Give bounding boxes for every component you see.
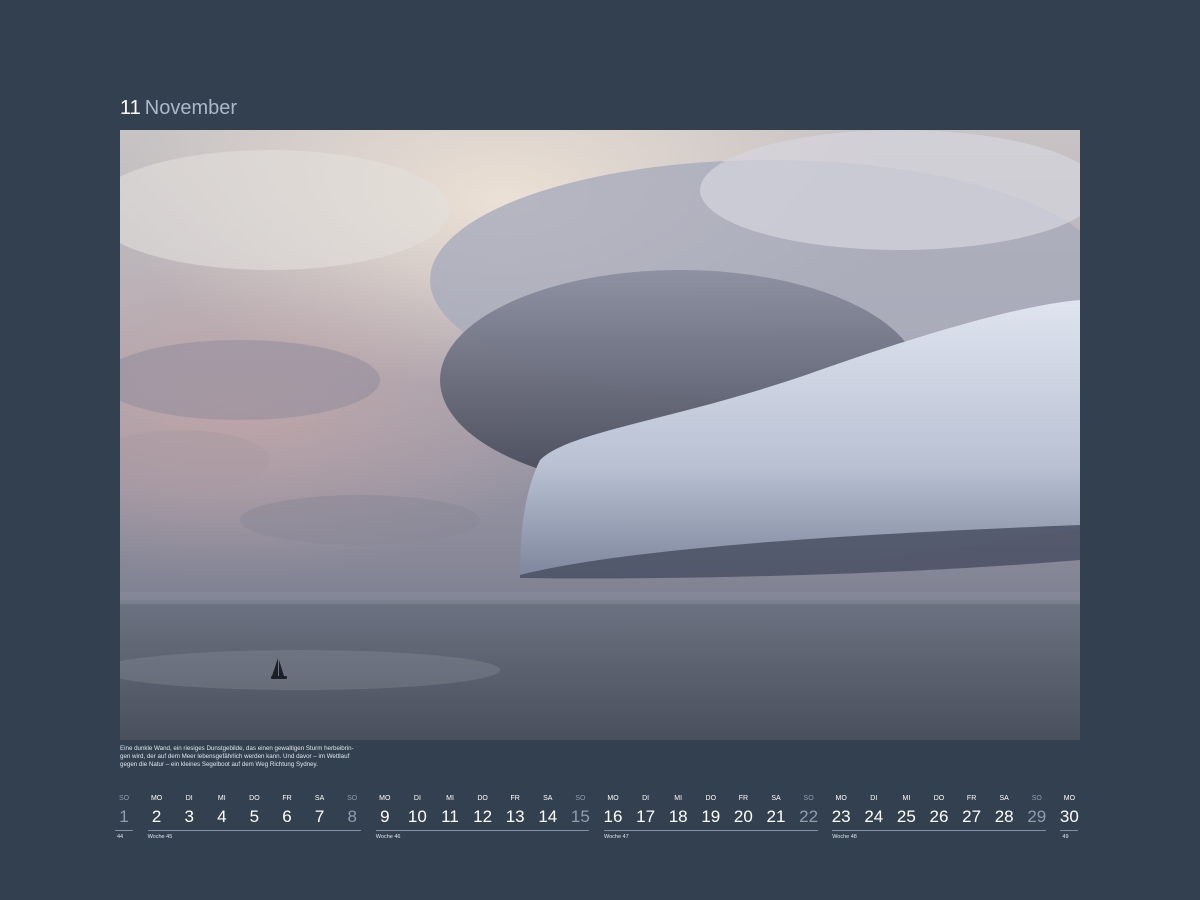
day-abbr: MI xyxy=(217,795,226,802)
week-divider xyxy=(1060,830,1079,831)
month-title: 11 November xyxy=(120,96,237,120)
storm-photo xyxy=(120,130,1080,740)
day-abbr: MO xyxy=(607,795,619,802)
day-abbr: FR xyxy=(966,795,977,802)
caption-line: gen wird, der auf dem Meer lebensgefährl… xyxy=(120,753,350,761)
day-number: 28 xyxy=(994,807,1014,826)
week-divider xyxy=(147,830,362,831)
week-label: Woche 47 xyxy=(604,834,629,840)
day-abbr: FR xyxy=(510,795,520,802)
day-number: 4 xyxy=(217,807,227,826)
week-label: 49 xyxy=(1062,834,1069,840)
week-divider xyxy=(832,830,1046,831)
day-number: 6 xyxy=(282,807,292,826)
day-abbr: MO xyxy=(150,795,163,802)
day-abbr: FR xyxy=(738,795,749,802)
day-number: 10 xyxy=(407,807,427,826)
day-number: 13 xyxy=(505,807,525,826)
day-abbr: SO xyxy=(118,795,130,802)
caption-line: Eine dunkle Wand, ein riesiges Dunstgebi… xyxy=(120,745,354,752)
week-label: 44 xyxy=(117,834,124,840)
day-abbr: MO xyxy=(1063,795,1076,802)
day-abbr: SO xyxy=(803,795,814,802)
day-number: 15 xyxy=(570,807,590,826)
day-abbr: DI xyxy=(185,795,193,802)
day-abbr: SO xyxy=(1031,795,1042,802)
day-abbr: SO xyxy=(575,795,586,802)
day-number: 17 xyxy=(636,807,656,826)
day-number: 29 xyxy=(1027,807,1047,826)
day-abbr: FR xyxy=(282,795,292,802)
day-number: 30 xyxy=(1059,807,1079,826)
day-abbr: MI xyxy=(446,795,454,802)
day-number: 16 xyxy=(603,807,623,826)
day-number: 2 xyxy=(151,807,162,826)
week-label: Woche 48 xyxy=(832,834,857,840)
day-abbr: DO xyxy=(249,795,260,802)
week-label: Woche 46 xyxy=(375,834,401,840)
week-label: Woche 45 xyxy=(147,834,173,840)
day-number: 7 xyxy=(314,807,325,826)
day-abbr: MI xyxy=(902,795,911,802)
week-divider xyxy=(375,830,590,831)
caption-line: gegen die Natur – ein kleines Segelboot … xyxy=(120,761,318,769)
day-abbr: MO xyxy=(379,795,391,802)
day-number: 20 xyxy=(733,807,753,826)
day-abbr: DO xyxy=(477,795,488,802)
day-number: 3 xyxy=(184,807,194,826)
week-divider xyxy=(115,830,133,831)
day-number: 8 xyxy=(347,807,357,826)
day-abbr: SA xyxy=(771,795,781,802)
day-number: 26 xyxy=(929,807,949,826)
day-number: 5 xyxy=(249,807,260,826)
day-number: 19 xyxy=(701,807,721,826)
day-abbr: SA xyxy=(314,795,325,802)
day-number: 25 xyxy=(896,807,916,826)
day-number: 14 xyxy=(538,807,558,826)
month-number: 11 xyxy=(120,97,141,119)
day-number: 27 xyxy=(962,807,982,826)
day-number: 22 xyxy=(799,807,819,826)
day-number: 1 xyxy=(119,807,129,826)
day-number: 9 xyxy=(380,807,390,826)
month-name: November xyxy=(144,97,238,119)
day-number: 24 xyxy=(864,807,884,826)
day-number: 18 xyxy=(668,807,688,826)
day-abbr: DI xyxy=(413,795,421,802)
day-number: 11 xyxy=(441,807,459,826)
photo-caption: Eine dunkle Wand, ein riesiges Dunstgebi… xyxy=(120,745,354,770)
day-abbr: SO xyxy=(347,795,358,802)
day-abbr: DO xyxy=(933,795,945,802)
day-abbr: DO xyxy=(705,795,717,802)
day-abbr: SA xyxy=(543,795,553,802)
day-number: 21 xyxy=(766,807,786,826)
day-number: 23 xyxy=(831,807,851,826)
day-abbr: SA xyxy=(999,795,1009,802)
week-divider xyxy=(604,830,818,831)
day-number: 12 xyxy=(473,807,493,826)
day-abbr: DI xyxy=(642,795,650,802)
day-abbr: MO xyxy=(835,795,847,802)
day-abbr: DI xyxy=(870,795,878,802)
day-abbr: MI xyxy=(674,795,683,802)
